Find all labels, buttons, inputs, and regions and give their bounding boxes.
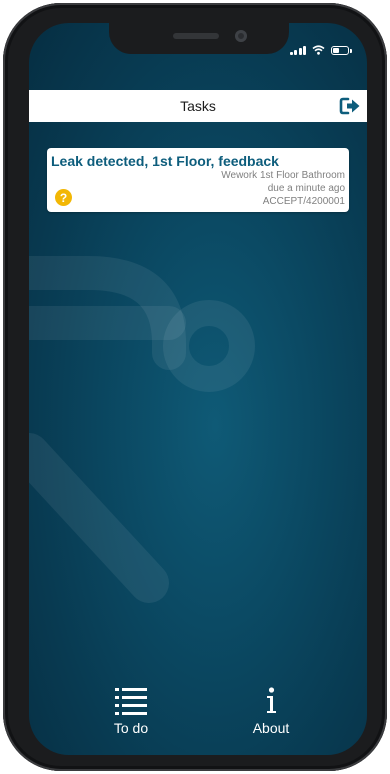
- battery-icon: [331, 45, 352, 55]
- info-icon: [267, 687, 276, 713]
- app-screen: Tasks Leak detected, 1st Floor, feedback…: [29, 23, 367, 755]
- task-location: Wework 1st Floor Bathroom: [221, 170, 345, 181]
- question-mark-icon: ?: [55, 189, 72, 206]
- speaker-grille: [173, 33, 219, 39]
- logo-watermark: [29, 256, 255, 603]
- phone-frame: Tasks Leak detected, 1st Floor, feedback…: [3, 3, 387, 771]
- tab-about-label: About: [252, 720, 290, 736]
- page-title: Tasks: [180, 98, 216, 114]
- status-bar: [289, 45, 352, 55]
- task-due: due a minute ago: [267, 183, 345, 194]
- tab-todo[interactable]: To do: [76, 683, 186, 741]
- list-icon: [115, 688, 147, 715]
- wifi-icon: [312, 45, 325, 55]
- app-header: Tasks: [29, 90, 367, 122]
- tab-about[interactable]: About: [216, 683, 326, 741]
- device-notch: [109, 23, 289, 54]
- task-card[interactable]: Leak detected, 1st Floor, feedback Wewor…: [47, 148, 349, 212]
- camera-icon: [235, 30, 247, 42]
- tab-bar: To do About: [29, 683, 367, 743]
- task-title: Leak detected, 1st Floor, feedback: [51, 153, 279, 169]
- sign-out-icon[interactable]: [339, 96, 361, 116]
- task-code: ACCEPT/4200001: [262, 196, 345, 207]
- signal-icon: [289, 45, 306, 55]
- tab-todo-label: To do: [113, 720, 149, 736]
